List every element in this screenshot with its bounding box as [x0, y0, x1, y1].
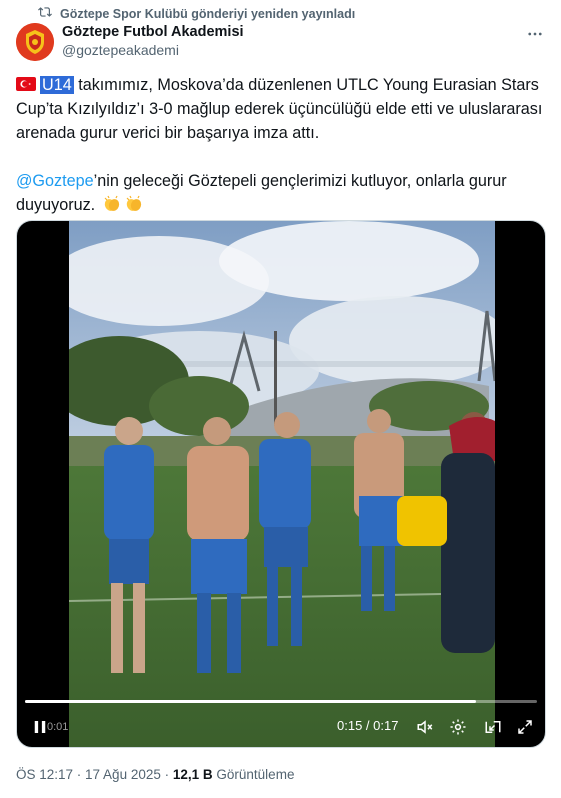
duration: 0:17 [373, 718, 399, 733]
time-separator: / [362, 718, 374, 733]
video-progress-fill [25, 700, 476, 703]
tweet-meta: ÖS 12:17 · 17 Ağu 2025 · 12,1 B Görüntül… [16, 767, 294, 782]
mute-icon[interactable] [414, 716, 436, 738]
repost-header[interactable]: Göztepe Spor Kulübü gönderiyi yeniden ya… [38, 5, 355, 22]
repost-label: Göztepe Spor Kulübü gönderiyi yeniden ya… [60, 6, 356, 21]
author-name[interactable]: Göztepe Futbol Akademisi [62, 24, 244, 40]
clapping-hands-icon [124, 195, 144, 213]
views-label: Görüntüleme [216, 767, 295, 782]
current-time: 0:15 [337, 718, 363, 733]
video-player[interactable]: 0:01 0:15 / 0:17 [16, 220, 546, 748]
repost-icon [38, 5, 52, 22]
video-frame[interactable] [69, 221, 495, 747]
timestamp[interactable]: ÖS 12:17 · 17 Ağu 2025 · [16, 767, 173, 782]
more-icon[interactable] [525, 24, 545, 44]
picture-in-picture-icon[interactable] [482, 716, 504, 738]
clapping-hands-icon [102, 195, 122, 213]
tweet-paragraph-1: takımımız, Moskova’da düzenlenen UTLC Yo… [16, 76, 543, 142]
video-progress-bar[interactable] [25, 700, 537, 703]
tag-u14: U14 [40, 76, 74, 94]
ghost-time: 0:01 [47, 721, 69, 733]
video-time: 0:15 / 0:17 [337, 718, 398, 733]
views-count: 12,1 B [172, 767, 213, 782]
fullscreen-icon[interactable] [514, 716, 536, 738]
turkey-flag-icon [16, 74, 36, 91]
mention-link[interactable]: @Goztepe [16, 172, 94, 190]
tweet-text: U14 takımımız, Moskova’da düzenlenen UTL… [16, 73, 548, 217]
avatar[interactable] [16, 23, 54, 61]
author-handle[interactable]: @goztepeakademi [62, 42, 179, 58]
gear-icon[interactable] [447, 716, 469, 738]
